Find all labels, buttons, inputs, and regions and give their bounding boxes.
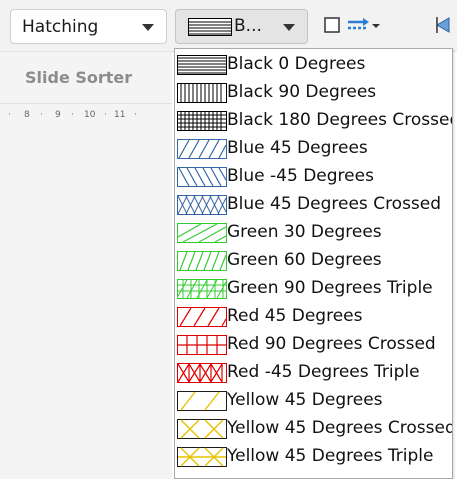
hatch-item[interactable]: Yellow 45 Degrees Crossed [175, 415, 452, 443]
transparency-icon[interactable] [345, 15, 383, 39]
hatch-green-30-swatch [177, 223, 227, 243]
hatch-red-45-swatch [177, 307, 227, 327]
hatch-item[interactable]: Yellow 45 Degrees [175, 387, 452, 415]
hatch-green-90-triple-swatch [177, 279, 227, 299]
ruler-tick: 8 [24, 110, 30, 120]
hatch-red-90-crossed-swatch [177, 335, 227, 355]
hatch-black-180-crossed-swatch [177, 111, 227, 131]
hatch-item-label: Blue -45 Degrees [227, 166, 374, 186]
hatch-item[interactable]: Blue 45 Degrees Crossed [175, 191, 452, 219]
hatch-item[interactable]: Green 60 Degrees [175, 247, 452, 275]
hatch-item-label: Blue 45 Degrees [227, 138, 368, 158]
ruler-tick: 11 [114, 110, 126, 120]
hatch-item-label: Green 60 Degrees [227, 250, 382, 270]
hatch-item[interactable]: Blue -45 Degrees [175, 163, 452, 191]
hatch-yellow-45-swatch [177, 391, 227, 411]
ruler-dot: · [104, 110, 107, 120]
fill-type-dropdown[interactable]: Hatching [10, 9, 167, 44]
hatch-item-label: Red 45 Degrees [227, 306, 363, 326]
hatch-yellow-45-triple-swatch [177, 447, 227, 467]
hatch-style-value: B... [234, 16, 262, 36]
chevron-down-icon [142, 24, 154, 31]
hatch-preview-icon [188, 18, 232, 41]
hatch-item[interactable]: Red 45 Degrees [175, 303, 452, 331]
chevron-down-icon [283, 24, 295, 31]
hatch-item-label: Yellow 45 Degrees Crossed [227, 418, 453, 438]
fill-type-value: Hatching [22, 16, 99, 37]
ruler-dot: · [8, 110, 11, 120]
ruler: · 8 · 9 · 10 · 11 · [0, 105, 172, 127]
hatch-item[interactable]: Yellow 45 Degrees Triple [175, 443, 452, 471]
hatch-item[interactable]: Red 90 Degrees Crossed [175, 331, 452, 359]
sidebar-toolbar: Hatching B... [0, 0, 457, 52]
hatch-item[interactable]: Black 180 Degrees Crossed [175, 107, 452, 135]
ruler-dot: · [134, 110, 137, 120]
hatch-black-0-swatch [177, 55, 227, 75]
hatch-item-label: Black 90 Degrees [227, 82, 377, 102]
align-icon[interactable] [433, 15, 455, 39]
hatch-item-label: Black 0 Degrees [227, 54, 366, 74]
ruler-tick: 10 [84, 110, 96, 120]
slide-sorter-pane: Slide Sorter · 8 · 9 · 10 · 11 · [0, 52, 172, 479]
hatch-item[interactable]: Red -45 Degrees Triple [175, 359, 452, 387]
hatch-item-label: Blue 45 Degrees Crossed [227, 194, 442, 214]
hatch-item[interactable]: Black 90 Degrees [175, 79, 452, 107]
ruler-dot: · [71, 110, 74, 120]
hatch-green-60-swatch [177, 251, 227, 271]
shadow-box-icon[interactable] [322, 15, 342, 39]
hatch-item-label: Green 30 Degrees [227, 222, 382, 242]
ruler-dot: · [40, 110, 43, 120]
hatch-blue-minus45-swatch [177, 167, 227, 187]
hatch-yellow-45-crossed-swatch [177, 419, 227, 439]
hatch-dropdown-list: Black 0 Degrees Black 90 Degrees Black 1… [174, 48, 453, 479]
hatch-item[interactable]: Black 0 Degrees [175, 51, 452, 79]
hatch-item-label: Green 90 Degrees Triple [227, 278, 433, 298]
hatch-item-label: Yellow 45 Degrees Triple [227, 446, 434, 466]
hatch-item-label: Red 90 Degrees Crossed [227, 334, 436, 354]
hatch-item[interactable]: Blue 45 Degrees [175, 135, 452, 163]
hatch-item[interactable]: Green 90 Degrees Triple [175, 275, 452, 303]
hatch-blue-45-crossed-swatch [177, 195, 227, 215]
hatch-style-dropdown[interactable]: B... [175, 9, 308, 44]
hatch-item-label: Yellow 45 Degrees [227, 390, 383, 410]
hatch-black-90-swatch [177, 83, 227, 103]
hatch-item-label: Red -45 Degrees Triple [227, 362, 420, 382]
ruler-tick: 9 [55, 110, 61, 120]
hatch-item-label: Black 180 Degrees Crossed [227, 110, 453, 130]
pane-title: Slide Sorter [0, 52, 172, 104]
slide-sorter-canvas[interactable] [0, 127, 172, 479]
hatch-red-minus45-triple-swatch [177, 363, 227, 383]
hatch-blue-45-swatch [177, 139, 227, 159]
hatch-item[interactable]: Green 30 Degrees [175, 219, 452, 247]
